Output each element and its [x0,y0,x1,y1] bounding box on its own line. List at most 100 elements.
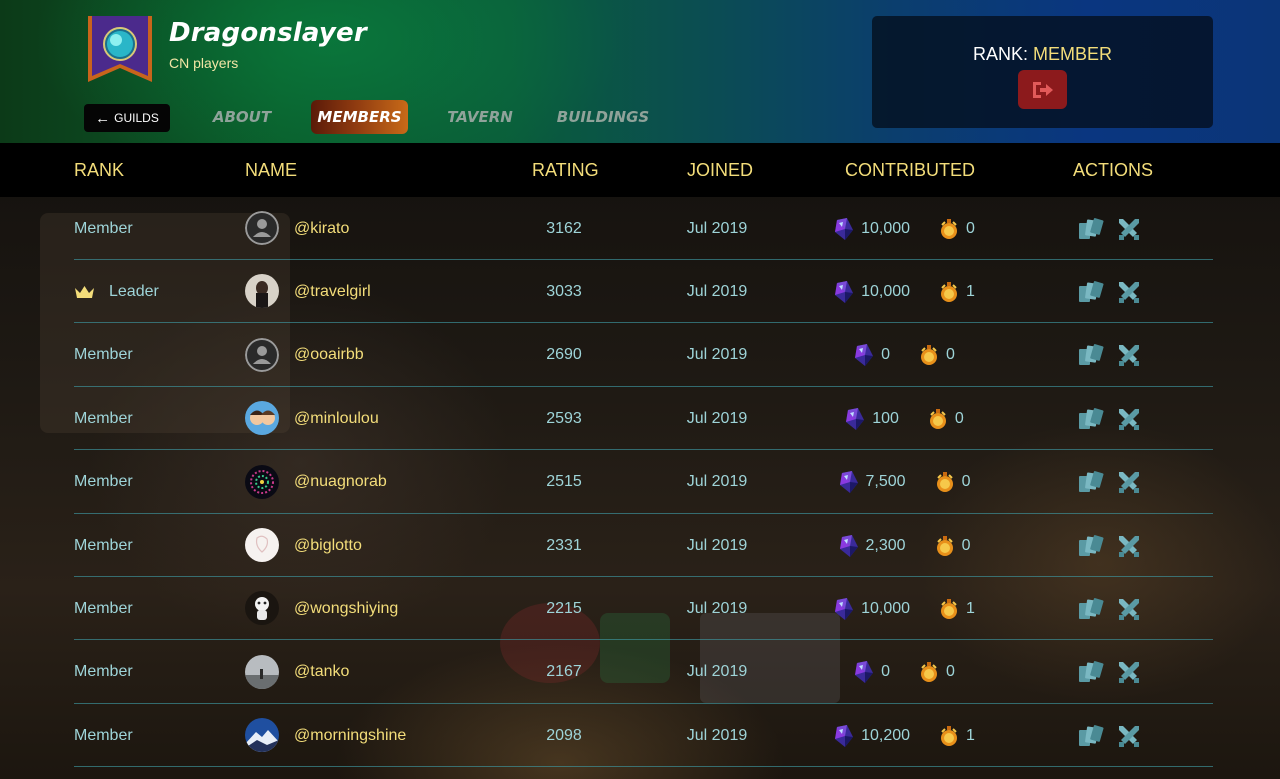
member-name[interactable]: @travelgirl [294,260,371,323]
contributed-cell: 00 [794,641,1014,704]
table-row: Member @tanko 2167 Jul 2019 0 0 [74,641,1213,704]
member-name[interactable]: @biglotto [294,514,362,577]
table-row: Member @minloulou 2593 Jul 2019 100 0 [74,387,1213,451]
avatar[interactable] [245,654,279,689]
member-rating: 2167 [546,663,582,681]
battle-button[interactable] [1116,280,1142,304]
member-rating: 3162 [546,219,582,237]
dec-contributed: 10,200 [861,726,911,744]
battle-button[interactable] [1116,407,1142,431]
member-name[interactable]: @wongshiying [294,577,398,640]
dark-energy-crystal-icon [839,471,858,494]
battle-button[interactable] [1116,470,1142,494]
contributed-cell: 7,500 0 [794,451,1014,514]
rank-cell: Member [74,324,133,387]
gold-potion-icon [941,598,958,619]
view-cards-button[interactable] [1078,597,1104,621]
header-rating: RATING [532,160,599,180]
view-cards-button[interactable] [1078,534,1104,558]
header-actions: ACTIONS [1073,160,1154,180]
member-joined: Jul 2019 [686,726,748,744]
avatar[interactable] [245,211,279,245]
contributed-cell: 2,300 0 [794,514,1014,577]
view-cards-button[interactable] [1078,660,1104,684]
gold-potion-icon [941,218,958,239]
actions-cell [1078,197,1148,260]
member-joined: Jul 2019 [686,346,748,364]
avatar[interactable] [245,464,279,499]
gold-contributed: 0 [954,409,964,427]
dark-energy-crystal-icon [835,280,854,303]
header-name: NAME [245,160,298,180]
member-name[interactable]: @ooairbb [294,324,364,387]
tab-tavern[interactable]: TAVERN [440,100,520,134]
view-cards-icon [1079,724,1104,746]
gold-contributed: 0 [961,473,971,491]
members-table: RANK NAME RATING JOINED CONTRIBUTED ACTI… [0,143,1280,779]
tab-about[interactable]: ABOUT [203,100,281,134]
avatar[interactable] [245,528,279,562]
dark-energy-crystal-icon [835,217,854,240]
gold-potion-icon [936,535,953,556]
member-rank: Member [74,599,133,617]
member-name[interactable]: @minloulou [294,387,379,450]
view-cards-button[interactable] [1078,280,1104,304]
crossed-swords-icon [1119,281,1139,303]
member-name[interactable]: @tanko [294,641,349,704]
actions-cell [1078,387,1148,450]
leader-crown-icon [75,285,94,298]
gold-contributed: 0 [946,663,955,681]
gold-contributed: 0 [961,536,971,554]
view-cards-button[interactable] [1078,470,1104,494]
member-name[interactable]: @kirato [294,197,349,260]
gold-potion-icon [941,725,958,746]
avatar[interactable] [245,337,279,372]
tab-members[interactable]: MEMBERS [311,100,408,134]
dec-contributed: 0 [881,346,890,364]
gold-contributed: 1 [966,726,975,744]
battle-button[interactable] [1116,217,1142,241]
leave-guild-button[interactable] [1018,70,1067,109]
actions-cell [1078,641,1148,704]
dec-contributed: 0 [881,663,890,681]
member-rank: Leader [109,282,159,300]
battle-button[interactable] [1116,343,1142,367]
view-cards-button[interactable] [1078,343,1104,367]
avatar[interactable] [245,591,279,626]
member-joined: Jul 2019 [686,409,748,427]
crossed-swords-icon [1119,218,1139,240]
view-cards-button[interactable] [1078,724,1104,748]
battle-button[interactable] [1116,534,1142,558]
crossed-swords-icon [1119,345,1139,367]
member-rating: 2215 [546,599,582,617]
back-to-guilds-button[interactable]: ← GUILDS [84,104,170,132]
battle-button[interactable] [1116,660,1142,684]
crossed-swords-icon [1119,408,1139,430]
view-cards-button[interactable] [1078,407,1104,431]
member-joined: Jul 2019 [686,473,748,491]
view-cards-icon [1079,407,1104,429]
avatar[interactable] [245,401,279,436]
view-cards-button[interactable] [1078,217,1104,241]
actions-cell [1078,324,1148,387]
table-row: Member @morningshine 2098 Jul 2019 10,200 1 [74,704,1213,768]
view-cards-icon [1079,281,1104,302]
crossed-swords-icon [1119,598,1139,620]
rank-cell: Leader [74,260,159,323]
rank-cell: Member [74,704,133,767]
guild-banner-icon [86,16,154,82]
avatar[interactable] [245,718,279,753]
member-name[interactable]: @morningshine [294,704,406,767]
tab-buildings[interactable]: BUILDINGS [553,100,653,134]
guild-subtitle: CN players [169,55,239,71]
battle-button[interactable] [1116,597,1142,621]
avatar[interactable] [245,274,279,309]
battle-button[interactable] [1116,724,1142,748]
gold-potion-icon [936,472,953,493]
contributed-cell: 100 0 [794,387,1014,450]
member-rank: Member [74,409,133,427]
rank-cell: Member [74,197,133,260]
rank-value: MEMBER [1033,44,1113,64]
member-name[interactable]: @nuagnorab [294,451,387,514]
contributed-cell: 10,000 0 [794,197,1014,260]
